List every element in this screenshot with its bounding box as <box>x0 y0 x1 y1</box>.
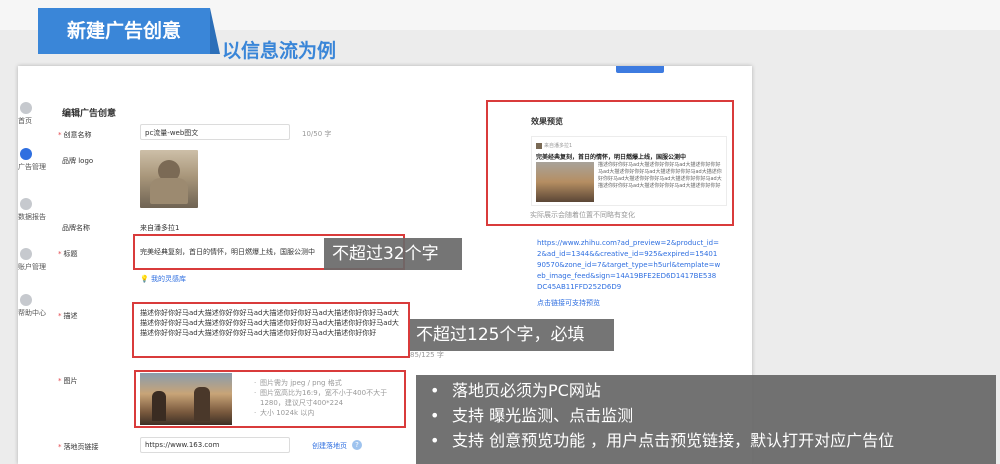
brand-name-value: 来自潘多拉1 <box>140 224 180 232</box>
image-label: * 图片 <box>58 377 78 385</box>
note-item: 支持 创意预览功能 ，用户点击预览链接，默认打开对应广告位 <box>424 428 996 453</box>
preview-card-description: 描述你好你好马ad大描述你好你好马ad大描述你好你好马ad大描述你好你好马ad大… <box>598 162 722 189</box>
report-icon <box>20 198 32 210</box>
sidebar-item-label: 广告管理 <box>18 163 46 171</box>
title-label: * 标题 <box>58 250 78 258</box>
label-text: 标题 <box>63 250 78 258</box>
sidebar-item-account[interactable]: 账户管理 <box>18 248 48 278</box>
sidebar-item-label: 账户管理 <box>18 263 46 271</box>
preview-url[interactable]: https://www.zhihu.com?ad_preview=2&produ… <box>537 238 721 293</box>
landing-page-input[interactable]: https://www.163.com <box>140 437 290 453</box>
creative-name-counter: 10/50 字 <box>302 130 332 138</box>
preview-card-title: 完美经典复刻，首日的情怀，明日燃爆上线，国服公测中 <box>536 154 687 161</box>
home-icon <box>20 102 32 114</box>
bulb-icon: 💡 <box>140 275 149 283</box>
landing-page-label: * 落地页链接 <box>58 443 99 451</box>
label-text: 创意名称 <box>63 131 92 139</box>
note-item: 支持 曝光监测、点击监测 <box>424 403 996 428</box>
label-text: 描述 <box>63 312 78 320</box>
creative-name-input[interactable]: pc流量-web图文 <box>140 124 290 140</box>
label-text: 落地页链接 <box>63 443 99 451</box>
brand-logo-image[interactable] <box>140 150 198 208</box>
description-label: * 描述 <box>58 312 78 320</box>
image-tip: 大小 1024k 以内 <box>254 408 394 418</box>
top-action-button[interactable] <box>616 66 664 73</box>
image-tip: 图片宽高比为16:9，宽不小于400不大于1280，建议尺寸400*224 <box>254 388 394 408</box>
preview-card: 来自潘多拉1 完美经典复刻，首日的情怀，明日燃爆上线，国服公测中 描述你好你好马… <box>531 136 727 206</box>
help-center-icon <box>20 294 32 306</box>
preview-title: 效果预览 <box>531 117 563 126</box>
sidebar-item-home[interactable]: 首页 <box>18 102 48 132</box>
preview-note: 实际展示会随着位置不同略有变化 <box>530 211 635 219</box>
sidebar-item-report[interactable]: 数据报告 <box>18 198 48 228</box>
image-requirements: 图片需为 jpeg / png 格式 图片宽高比为16:9，宽不小于400不大于… <box>254 378 394 418</box>
sidebar-item-help-center[interactable]: 帮助中心 <box>18 294 48 324</box>
brand-name-label: 品牌名称 <box>62 224 90 232</box>
description-limit-callout: 不超过125个字，必填 <box>410 319 614 351</box>
inspiration-library-link[interactable]: 💡 我的灵感库 <box>140 274 186 284</box>
preview-url-link[interactable]: 点击链接可支持预览 <box>537 298 600 308</box>
creative-name-label: * 创意名称 <box>58 131 92 139</box>
sidebar-item-label: 数据报告 <box>18 213 46 221</box>
title-limit-callout: 不超过32个字 <box>324 238 462 270</box>
sidebar-item-ad-management[interactable]: 广告管理 <box>18 148 48 178</box>
panel-title: 编辑广告创意 <box>62 109 117 119</box>
label-text: 图片 <box>63 377 78 385</box>
image-tip: 图片需为 jpeg / png 格式 <box>254 378 394 388</box>
create-landing-page-link[interactable]: 创建落地页 <box>312 441 347 451</box>
creative-image[interactable] <box>140 373 232 425</box>
slide-title: 新建广告创意 <box>38 8 220 54</box>
link-text: 我的灵感库 <box>150 275 186 283</box>
account-icon <box>20 248 32 260</box>
description-counter: 85/125 字 <box>410 351 444 359</box>
preview-brand: 来自潘多拉1 <box>536 142 572 149</box>
preview-card-image <box>536 162 594 202</box>
brand-logo-label: 品牌 logo <box>62 157 94 165</box>
description-textarea[interactable]: 描述你好你好马ad大描述你好你好马ad大描述你好你好马ad大描述你好你好马ad大… <box>140 308 402 338</box>
ad-management-icon <box>20 148 32 160</box>
sidebar-nav: 首页 广告管理 数据报告 账户管理 帮助中心 <box>18 66 48 464</box>
sidebar-item-label: 帮助中心 <box>18 309 46 317</box>
brand-logo-icon <box>536 142 542 149</box>
notes-panel: 落地页必须为PC网站 支持 曝光监测、点击监测 支持 创意预览功能 ，用户点击预… <box>416 375 996 464</box>
sidebar-item-label: 首页 <box>18 117 32 125</box>
note-item: 落地页必须为PC网站 <box>424 378 996 403</box>
slide-subtitle: 以信息流为例 <box>222 40 337 62</box>
help-icon[interactable]: ? <box>352 440 362 450</box>
preview-brand-text: 来自潘多拉1 <box>544 143 573 149</box>
